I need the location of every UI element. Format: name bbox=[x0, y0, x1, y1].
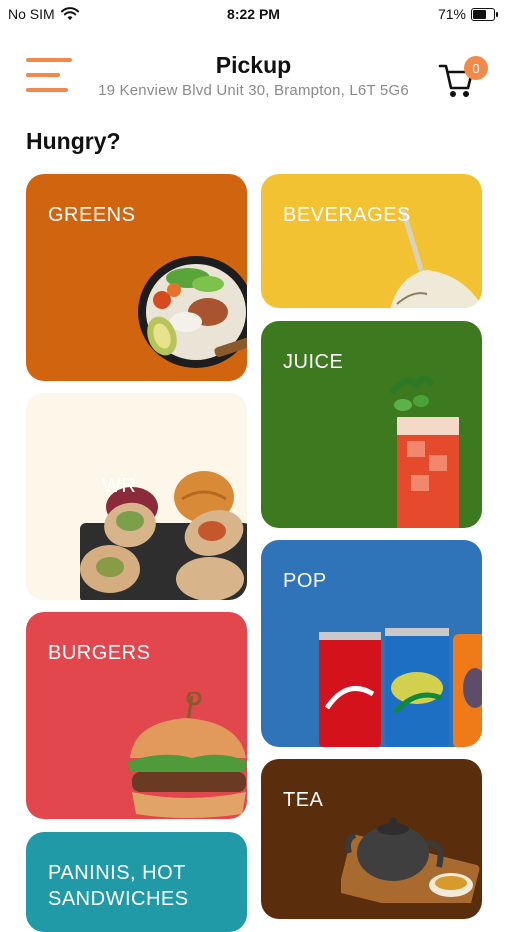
cart-button[interactable]: 0 bbox=[438, 56, 494, 98]
category-card-wraps[interactable]: WR bbox=[26, 393, 247, 600]
category-card-juice[interactable]: JUICE bbox=[261, 321, 482, 528]
category-card-pop[interactable]: POP bbox=[261, 540, 482, 747]
pickup-address[interactable]: 19 Kenview Blvd Unit 30, Brampton, L6T 5… bbox=[0, 82, 507, 99]
category-label: WR bbox=[102, 475, 137, 497]
category-card-burgers[interactable]: BURGERS bbox=[26, 612, 247, 819]
category-label: POP bbox=[283, 570, 327, 592]
section-title: Hungry? bbox=[26, 128, 121, 154]
wraps-image bbox=[80, 471, 247, 600]
category-label: BURGERS bbox=[48, 642, 151, 664]
juice-glass-image bbox=[390, 375, 459, 528]
category-card-beverages[interactable]: BEVERAGES bbox=[261, 174, 482, 308]
category-label: BEVERAGES bbox=[283, 204, 411, 226]
cart-count-badge: 0 bbox=[464, 56, 488, 80]
clock: 8:22 PM bbox=[227, 6, 280, 22]
category-label: JUICE bbox=[283, 351, 344, 373]
category-card-greens[interactable]: GREENS bbox=[26, 174, 247, 381]
status-bar: No SIM 8:22 PM 71% bbox=[0, 0, 507, 30]
category-card-paninis[interactable]: PANINIS, HOT SANDWICHES bbox=[26, 832, 247, 932]
category-card-tea[interactable]: TEA bbox=[261, 759, 482, 919]
category-label: PANINIS, HOT SANDWICHES bbox=[48, 862, 189, 910]
page-title: Pickup bbox=[215, 52, 292, 78]
category-label: GREENS bbox=[48, 204, 136, 226]
battery-status: 71% bbox=[437, 6, 498, 22]
header: Pickup 19 Kenview Blvd Unit 30, Brampton… bbox=[0, 40, 507, 110]
soda-cans-image bbox=[319, 628, 482, 747]
battery-percent: 71% bbox=[437, 6, 466, 22]
salad-bowl-image bbox=[138, 256, 247, 368]
burger-image bbox=[128, 692, 247, 818]
category-label: TEA bbox=[283, 789, 324, 811]
battery-icon bbox=[471, 7, 498, 21]
teapot-image bbox=[341, 817, 480, 903]
